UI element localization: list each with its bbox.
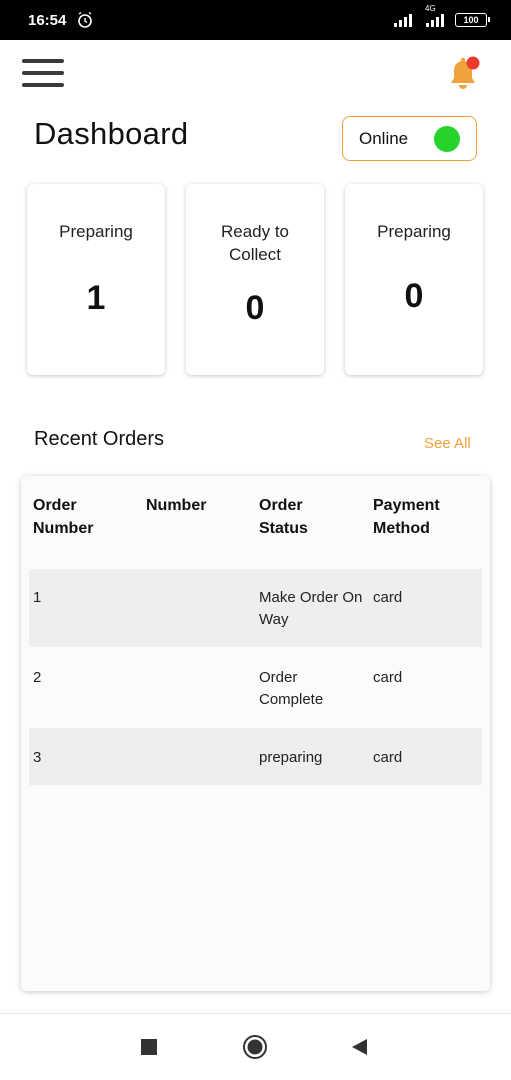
payment-method-cell: card (373, 669, 403, 686)
stat-label: Preparing (59, 222, 133, 241)
table-row[interactable]: 1 Make Order On Way card (29, 569, 482, 647)
recents-square-icon[interactable] (140, 1038, 158, 1056)
stat-value: 0 (245, 289, 265, 327)
network-type: 4G (425, 4, 436, 13)
stat-label: Preparing (377, 222, 451, 241)
column-header-order-status: Order Status (259, 497, 308, 537)
order-status-cell: Order Complete (259, 669, 324, 708)
page-title: Dashboard (34, 116, 189, 151)
table-row[interactable]: 2 Order Complete card (29, 647, 482, 728)
hamburger-menu-icon[interactable] (22, 57, 64, 89)
column-header-order-number: Order Number (33, 497, 94, 537)
order-status-cell: preparing (259, 749, 323, 766)
stat-value: 1 (86, 279, 106, 317)
order-number-cell: 3 (33, 749, 42, 766)
column-header-payment-method: Payment Method (373, 497, 440, 537)
stat-card-ready-to-collect[interactable]: Ready to Collect 0 (186, 184, 324, 375)
signal-icon (394, 14, 412, 27)
online-toggle[interactable]: Online (342, 116, 477, 161)
order-status-cell: Make Order On Way (259, 589, 363, 628)
system-navigation-bar (0, 1013, 511, 1080)
order-number-cell: 2 (33, 669, 42, 686)
signal-4g-icon (426, 14, 444, 27)
stat-value: 0 (404, 277, 424, 315)
notification-bell-icon[interactable] (445, 55, 481, 93)
network-4g-indicator: 4G (423, 5, 445, 27)
battery-level: 100 (463, 15, 479, 25)
column-header-number: Number (146, 497, 207, 514)
payment-method-cell: card (373, 589, 403, 606)
table-row[interactable]: 3 preparing card (29, 728, 482, 785)
stat-card-preparing-2[interactable]: Preparing 0 (345, 184, 483, 375)
online-status-dot (434, 126, 460, 152)
payment-method-cell: card (373, 749, 403, 766)
see-all-link[interactable]: See All (424, 435, 471, 452)
stat-card-preparing[interactable]: Preparing 1 (27, 184, 165, 375)
battery-icon: 100 (455, 13, 490, 27)
alarm-icon (78, 11, 93, 28)
status-time: 16:54 (28, 11, 67, 29)
back-triangle-icon[interactable] (350, 1038, 368, 1056)
status-bar: 16:54 4G 100 (0, 0, 511, 40)
order-number-cell: 1 (33, 589, 42, 606)
recent-orders-title: Recent Orders (34, 428, 165, 450)
online-toggle-label: Online (359, 128, 409, 148)
recent-orders-table: Order Number Number Order Status Payment… (21, 476, 490, 991)
stat-label: Ready to Collect (220, 222, 290, 264)
home-circle-icon[interactable] (242, 1034, 268, 1060)
